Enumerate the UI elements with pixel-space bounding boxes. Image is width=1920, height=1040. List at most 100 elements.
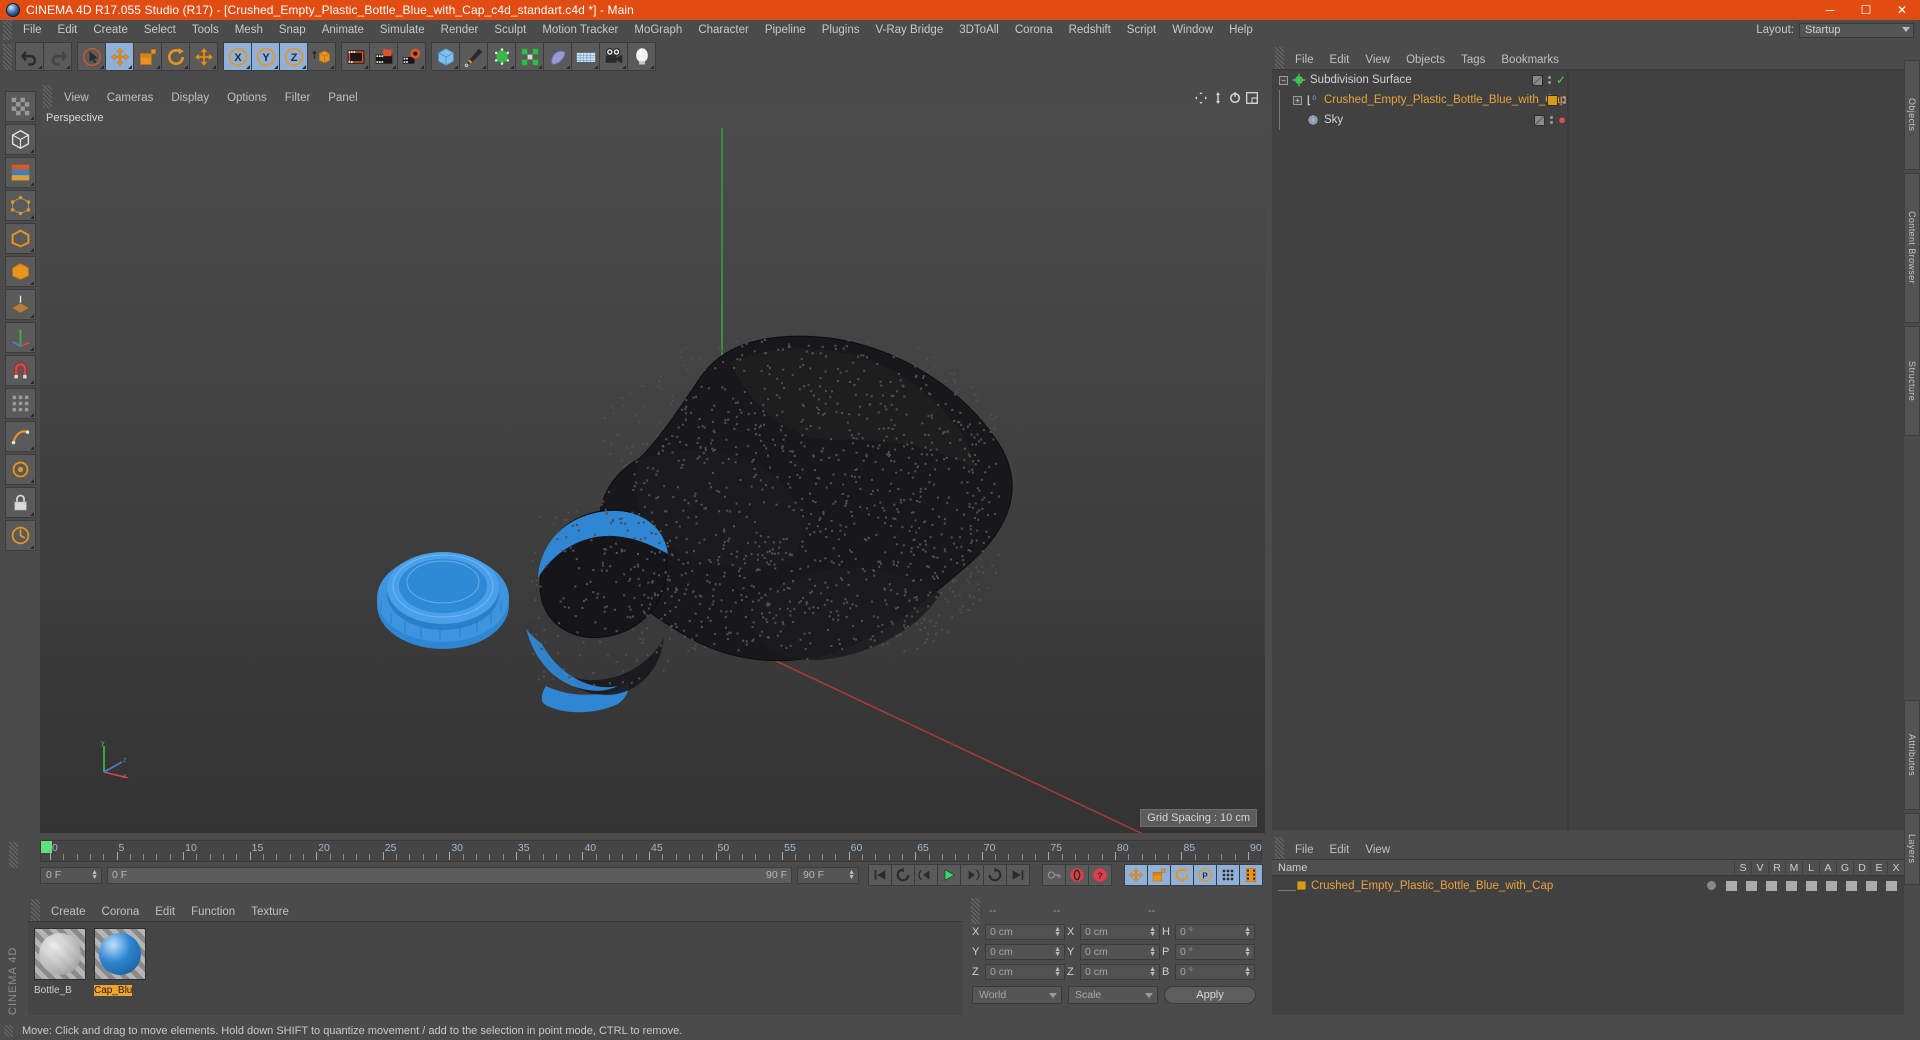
br-menu-file[interactable]: File [1287, 844, 1322, 856]
scale-key-button[interactable] [1147, 864, 1171, 886]
material-list[interactable]: Bottle_B Cap_Blu [28, 921, 963, 1015]
stepper-icon[interactable]: ▲ ▼ [1244, 927, 1251, 937]
row-flag-lock-icon[interactable] [1783, 881, 1800, 891]
points-mode[interactable] [5, 190, 36, 221]
play-button[interactable] [937, 864, 961, 886]
toolbar-grip[interactable] [3, 44, 12, 70]
object-tag-swatch[interactable] [1534, 115, 1545, 126]
layer-dots-icon[interactable] [1550, 116, 1553, 124]
row-flag-dot-icon[interactable] [1703, 881, 1720, 890]
object-row[interactable]: − Subdivision Surface ✓ [1272, 70, 1904, 90]
select-tool[interactable] [77, 42, 106, 71]
parameter-key-button[interactable]: P [1193, 864, 1217, 886]
object-tags[interactable]: ✓ [1532, 73, 1566, 87]
size-2-input[interactable]: 0 cm ▲ ▼ [1080, 964, 1160, 980]
side-tab-content-browser[interactable]: Content Browser [1904, 173, 1920, 323]
menu-item-tools[interactable]: Tools [184, 20, 227, 40]
timeline-ruler[interactable]: 0 5 10 15 20 25 30 35 40 45 50 55 60 65 70 75 80 85 90 [40, 840, 1262, 862]
object-manager-menu-objects[interactable]: Objects [1398, 54, 1453, 66]
timeline-object-list[interactable]: Crushed_Empty_Plastic_Bottle_Blue_with_C… [1272, 876, 1904, 1015]
object-tag-swatch[interactable] [1547, 95, 1558, 106]
material-item[interactable]: Cap_Blu [94, 928, 146, 1009]
enable-snap[interactable] [5, 355, 36, 386]
side-tab-attributes[interactable]: Attributes [1904, 700, 1920, 810]
minimize-button[interactable]: ─ [1812, 0, 1848, 20]
coordinate-mode-dropdown[interactable]: Scale [1068, 986, 1158, 1004]
column-e[interactable]: E [1870, 862, 1887, 874]
menu-item-select[interactable]: Select [136, 20, 184, 40]
add-generator[interactable] [487, 42, 516, 71]
undo-button[interactable] [15, 42, 44, 71]
keyframe-selection-button[interactable]: ? [1088, 864, 1112, 886]
layer-dots-icon[interactable] [1563, 96, 1566, 104]
column-r[interactable]: R [1768, 862, 1785, 874]
add-scene-floor[interactable] [571, 42, 600, 71]
object-tags[interactable] [1547, 95, 1566, 106]
column-x[interactable]: X [1887, 862, 1904, 874]
go-to-end-button[interactable] [1006, 864, 1030, 886]
object-manager-menu-view[interactable]: View [1357, 54, 1398, 66]
menu-item-script[interactable]: Script [1119, 20, 1164, 40]
row-flag-track-icon[interactable] [1763, 881, 1780, 891]
workplane-mode[interactable] [5, 289, 36, 320]
object-row[interactable]: +0 Crushed_Empty_Plastic_Bottle_Blue_with… [1272, 90, 1904, 110]
object-manager-tree[interactable]: − Subdivision Surface ✓ +0 Crushed_Empty_Pla… [1272, 69, 1904, 830]
material-menu-texture[interactable]: Texture [243, 906, 297, 918]
lock-z-axis[interactable]: Z [279, 42, 308, 71]
stepper-icon[interactable]: ▲ ▼ [1149, 967, 1156, 977]
viewport-menu-panel[interactable]: Panel [319, 92, 366, 104]
stepper-icon[interactable]: ▲ ▼ [1244, 967, 1251, 977]
position-2-input[interactable]: 0 cm ▲ ▼ [985, 964, 1065, 980]
rotate-tool[interactable] [161, 42, 190, 71]
rotation-key-button[interactable] [1170, 864, 1194, 886]
stepper-icon[interactable]: ▲ ▼ [1054, 927, 1061, 937]
viewport-menu-display[interactable]: Display [162, 92, 218, 104]
pan-icon[interactable] [1195, 92, 1207, 104]
stepper-icon[interactable]: ▲ ▼ [1244, 947, 1251, 957]
timeline-object-row[interactable]: Crushed_Empty_Plastic_Bottle_Blue_with_C… [1272, 876, 1904, 895]
size-1-input[interactable]: 0 cm ▲ ▼ [1080, 944, 1160, 960]
position-key-button[interactable] [1124, 864, 1148, 886]
point-level-animation-button[interactable] [1216, 864, 1240, 886]
rotation-1-input[interactable]: 0 ° ▲ ▼ [1175, 944, 1255, 960]
collapse-toggle[interactable]: − [1279, 76, 1288, 85]
model-mode[interactable] [5, 91, 36, 122]
menu-item-v-ray-bridge[interactable]: V-Ray Bridge [867, 20, 951, 40]
row-flag-ellipse-icon[interactable] [1863, 881, 1880, 891]
object-mode[interactable] [5, 124, 36, 155]
menu-item-3dtoall[interactable]: 3DToAll [951, 20, 1007, 40]
start-frame-field[interactable]: 0 F ▲ ▼ [40, 867, 102, 884]
material-menu-corona[interactable]: Corona [94, 906, 148, 918]
timeline-scrollbar[interactable]: 0 F 90 F [107, 867, 792, 884]
maximize-view-icon[interactable] [1246, 92, 1258, 104]
size-0-input[interactable]: 0 cm ▲ ▼ [1080, 924, 1160, 940]
menu-item-redshift[interactable]: Redshift [1061, 20, 1119, 40]
viewport-menu-filter[interactable]: Filter [276, 92, 320, 104]
row-flag-x-icon[interactable] [1883, 881, 1900, 891]
menu-item-file[interactable]: File [15, 20, 50, 40]
render-view-button[interactable] [341, 42, 370, 71]
apply-button[interactable]: Apply [1164, 986, 1256, 1004]
menu-item-edit[interactable]: Edit [50, 20, 86, 40]
object-tags[interactable]: ● [1534, 115, 1566, 126]
stepper-icon[interactable]: ▲ ▼ [1149, 927, 1156, 937]
layout-dropdown[interactable]: Startup [1799, 23, 1914, 38]
column-d[interactable]: D [1853, 862, 1870, 874]
material-swatch[interactable] [34, 928, 86, 980]
menu-item-mesh[interactable]: Mesh [227, 20, 271, 40]
lock-y-axis[interactable]: Y [251, 42, 280, 71]
row-flag-disc-icon[interactable] [1843, 881, 1860, 891]
enable-axis[interactable] [5, 322, 36, 353]
row-flag-axis-icon[interactable] [1823, 881, 1840, 891]
autokeying-button[interactable] [1042, 864, 1066, 886]
material-menu-edit[interactable]: Edit [147, 906, 183, 918]
world-object-coordinates[interactable] [307, 42, 336, 71]
br-menu-view[interactable]: View [1357, 844, 1398, 856]
object-tag-swatch[interactable] [1532, 75, 1543, 86]
lock-axis[interactable] [5, 487, 36, 518]
column-m[interactable]: M [1785, 862, 1802, 874]
redo-button[interactable] [43, 42, 72, 71]
previous-frame-button[interactable] [914, 864, 938, 886]
column-l[interactable]: L [1802, 862, 1819, 874]
material-menu-function[interactable]: Function [183, 906, 243, 918]
